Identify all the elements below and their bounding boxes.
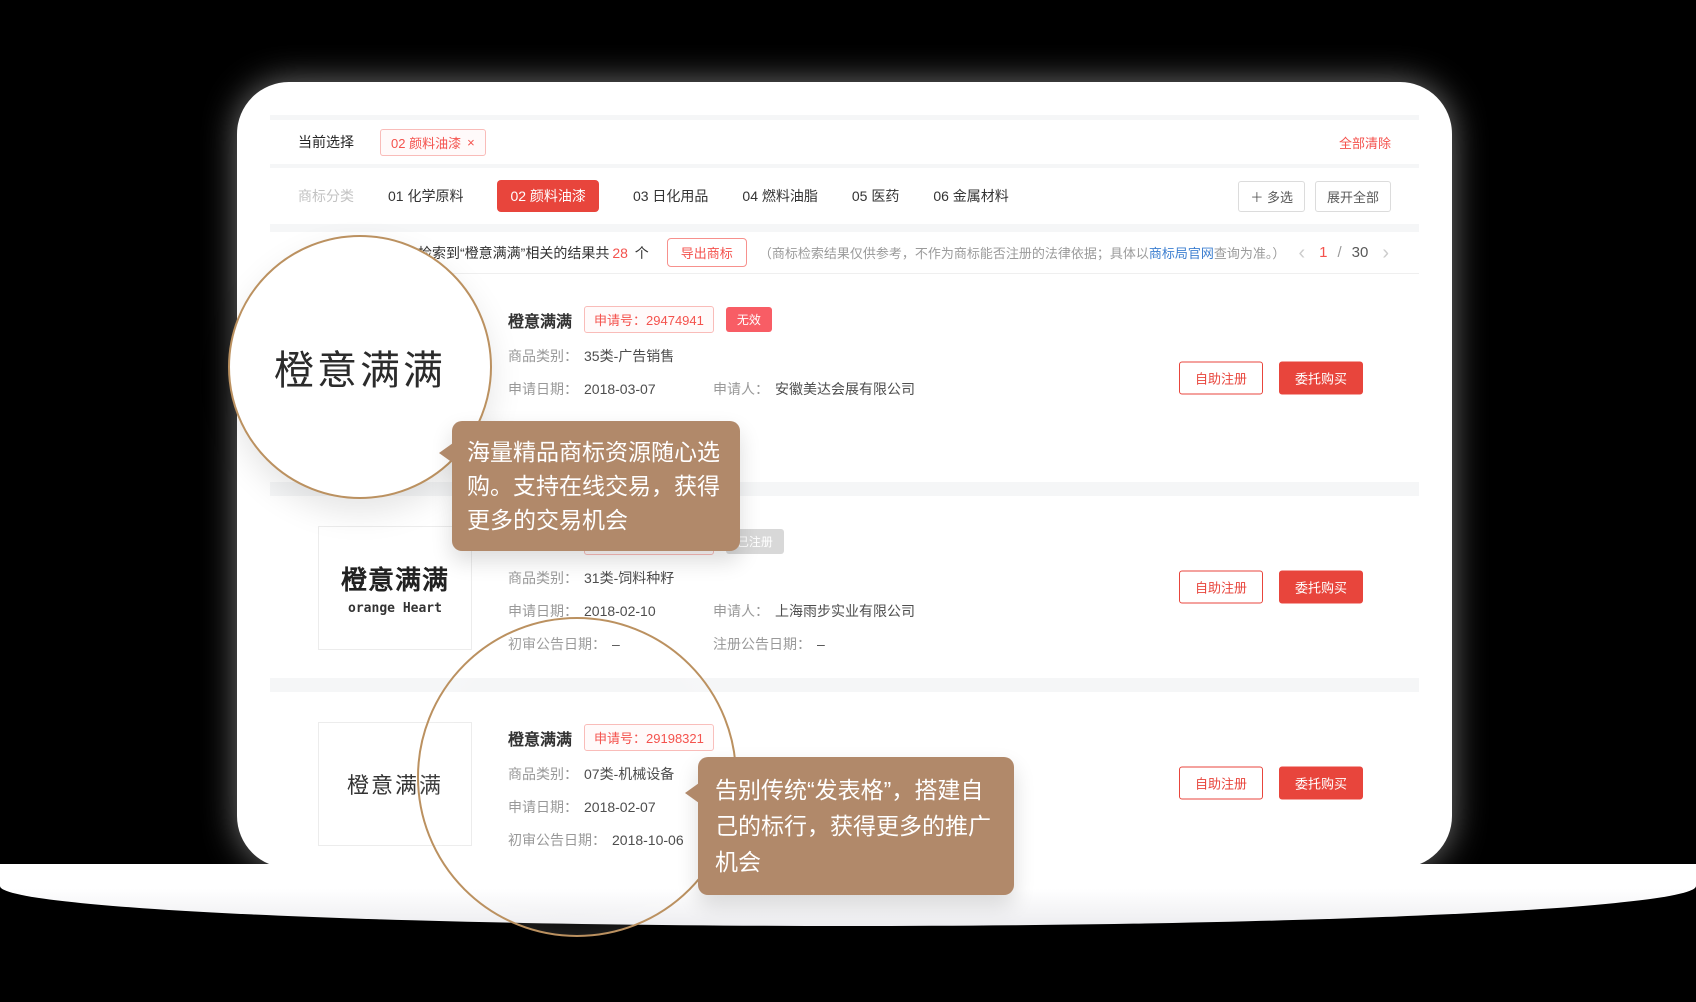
callout-bubble-promo: 告别传统“发表格”，搭建自己的标行，获得更多的推广机会 [698,757,1014,895]
category-item-02-selected[interactable]: 02 颜料油漆 [497,180,598,212]
application-number-tag: 申请号：29474941 [584,306,714,333]
applicant-value: 安徽美达会展有限公司 [775,381,915,397]
self-register-button[interactable]: 自助注册 [1179,767,1263,800]
trademark-office-link[interactable]: 商标局官网 [1149,246,1214,261]
row-actions: 自助注册 委托购买 [1179,767,1363,800]
row-divider [270,482,1419,496]
selected-filter-tag[interactable]: 02 颜料油漆 × [380,129,486,156]
magnified-trademark-text: 橙意满满 [274,338,446,396]
application-number-label: 申请号： [594,313,646,328]
current-selection-bar: 当前选择 02 颜料油漆 × 全部清除 [270,120,1419,164]
reg-notice-value: – [817,636,825,652]
self-register-button[interactable]: 自助注册 [1179,571,1263,604]
category-bar: 商标分类 01 化学原料 02 颜料油漆 03 日化用品 04 燃料油脂 05 … [270,168,1419,224]
applicant-key: 申请人： [713,603,769,619]
results-unit: 个 [635,245,649,261]
application-number: 29474941 [646,313,704,328]
total-pages: 30 [1352,244,1369,261]
applicant-value: 上海雨步实业有限公司 [775,603,915,619]
entrust-buy-button[interactable]: 委托购买 [1279,767,1363,800]
prev-page-button[interactable]: ‹ [1294,243,1309,263]
results-summary-text: 检索到“橙意满满”相关的结果共 [418,245,609,261]
expand-all-button[interactable]: 展开全部 [1315,181,1391,212]
category-item-05[interactable]: 05 医药 [852,186,899,206]
disclaimer-pre: （商标检索结果仅供参考，不作为商标能否注册的法律依据；具体以 [759,246,1149,261]
selected-filter-tag-label: 02 颜料油漆 [391,133,461,152]
close-icon[interactable]: × [467,135,475,150]
multi-select-button[interactable]: ＋ 多选 [1238,181,1305,212]
trademark-image: 橙意满满 orange Heart [318,526,472,650]
trademark-name: 橙意满满 [508,308,572,332]
category-key: 商品类别： [508,570,578,586]
clear-all-button[interactable]: 全部清除 [1339,133,1391,152]
apply-date-key: 申请日期： [508,381,578,397]
applicant-key: 申请人： [713,381,769,397]
pagination: ‹ 1 / 30 › [1294,243,1397,263]
row-actions: 自助注册 委托购买 [1179,362,1363,395]
results-count: 28 [612,245,628,261]
status-badge: 无效 [726,307,772,332]
export-trademark-button[interactable]: 导出商标 [667,238,747,267]
apply-date-value: 2018-02-10 [584,603,656,619]
category-item-03[interactable]: 03 日化用品 [633,186,708,206]
category-actions: ＋ 多选 展开全部 [1238,181,1391,212]
apply-date-value: 2018-03-07 [584,381,656,397]
trademark-image-text: 橙意满满 [341,560,449,597]
category-item-01[interactable]: 01 化学原料 [388,186,463,206]
entrust-buy-button[interactable]: 委托购买 [1279,362,1363,395]
table-row: 橙意满满 orange Heart 橙意满满 申请号：29482153 已注册 … [270,496,1419,678]
current-page: 1 [1319,244,1327,261]
current-selection-label: 当前选择 [298,132,354,152]
category-key: 商品类别： [508,348,578,364]
results-disclaimer: （商标检索结果仅供参考，不作为商标能否注册的法律依据；具体以商标局官网查询为准。… [759,243,1286,262]
trademark-image-subtext: orange Heart [348,601,442,616]
row-actions: 自助注册 委托购买 [1179,571,1363,604]
next-page-button[interactable]: › [1378,243,1393,263]
magnifier-ring [417,617,737,937]
category-value: 31类-饲料种籽 [584,570,674,586]
entrust-buy-button[interactable]: 委托购买 [1279,571,1363,604]
page-separator: / [1337,244,1341,261]
category-value: 35类-广告销售 [584,348,674,364]
category-items: 01 化学原料 02 颜料油漆 03 日化用品 04 燃料油脂 05 医药 06… [388,180,1009,212]
category-item-04[interactable]: 04 燃料油脂 [742,186,817,206]
category-bar-label: 商标分类 [298,186,354,206]
self-register-button[interactable]: 自助注册 [1179,362,1263,395]
disclaimer-post: 查询为准。） [1214,246,1286,261]
callout-bubble-trade: 海量精品商标资源随心选购。支持在线交易，获得更多的交易机会 [452,421,740,551]
reg-notice-key: 注册公告日期： [713,636,811,652]
category-item-06[interactable]: 06 金属材料 [933,186,1008,206]
results-summary: 检索到“橙意满满”相关的结果共28 个 [418,243,649,263]
